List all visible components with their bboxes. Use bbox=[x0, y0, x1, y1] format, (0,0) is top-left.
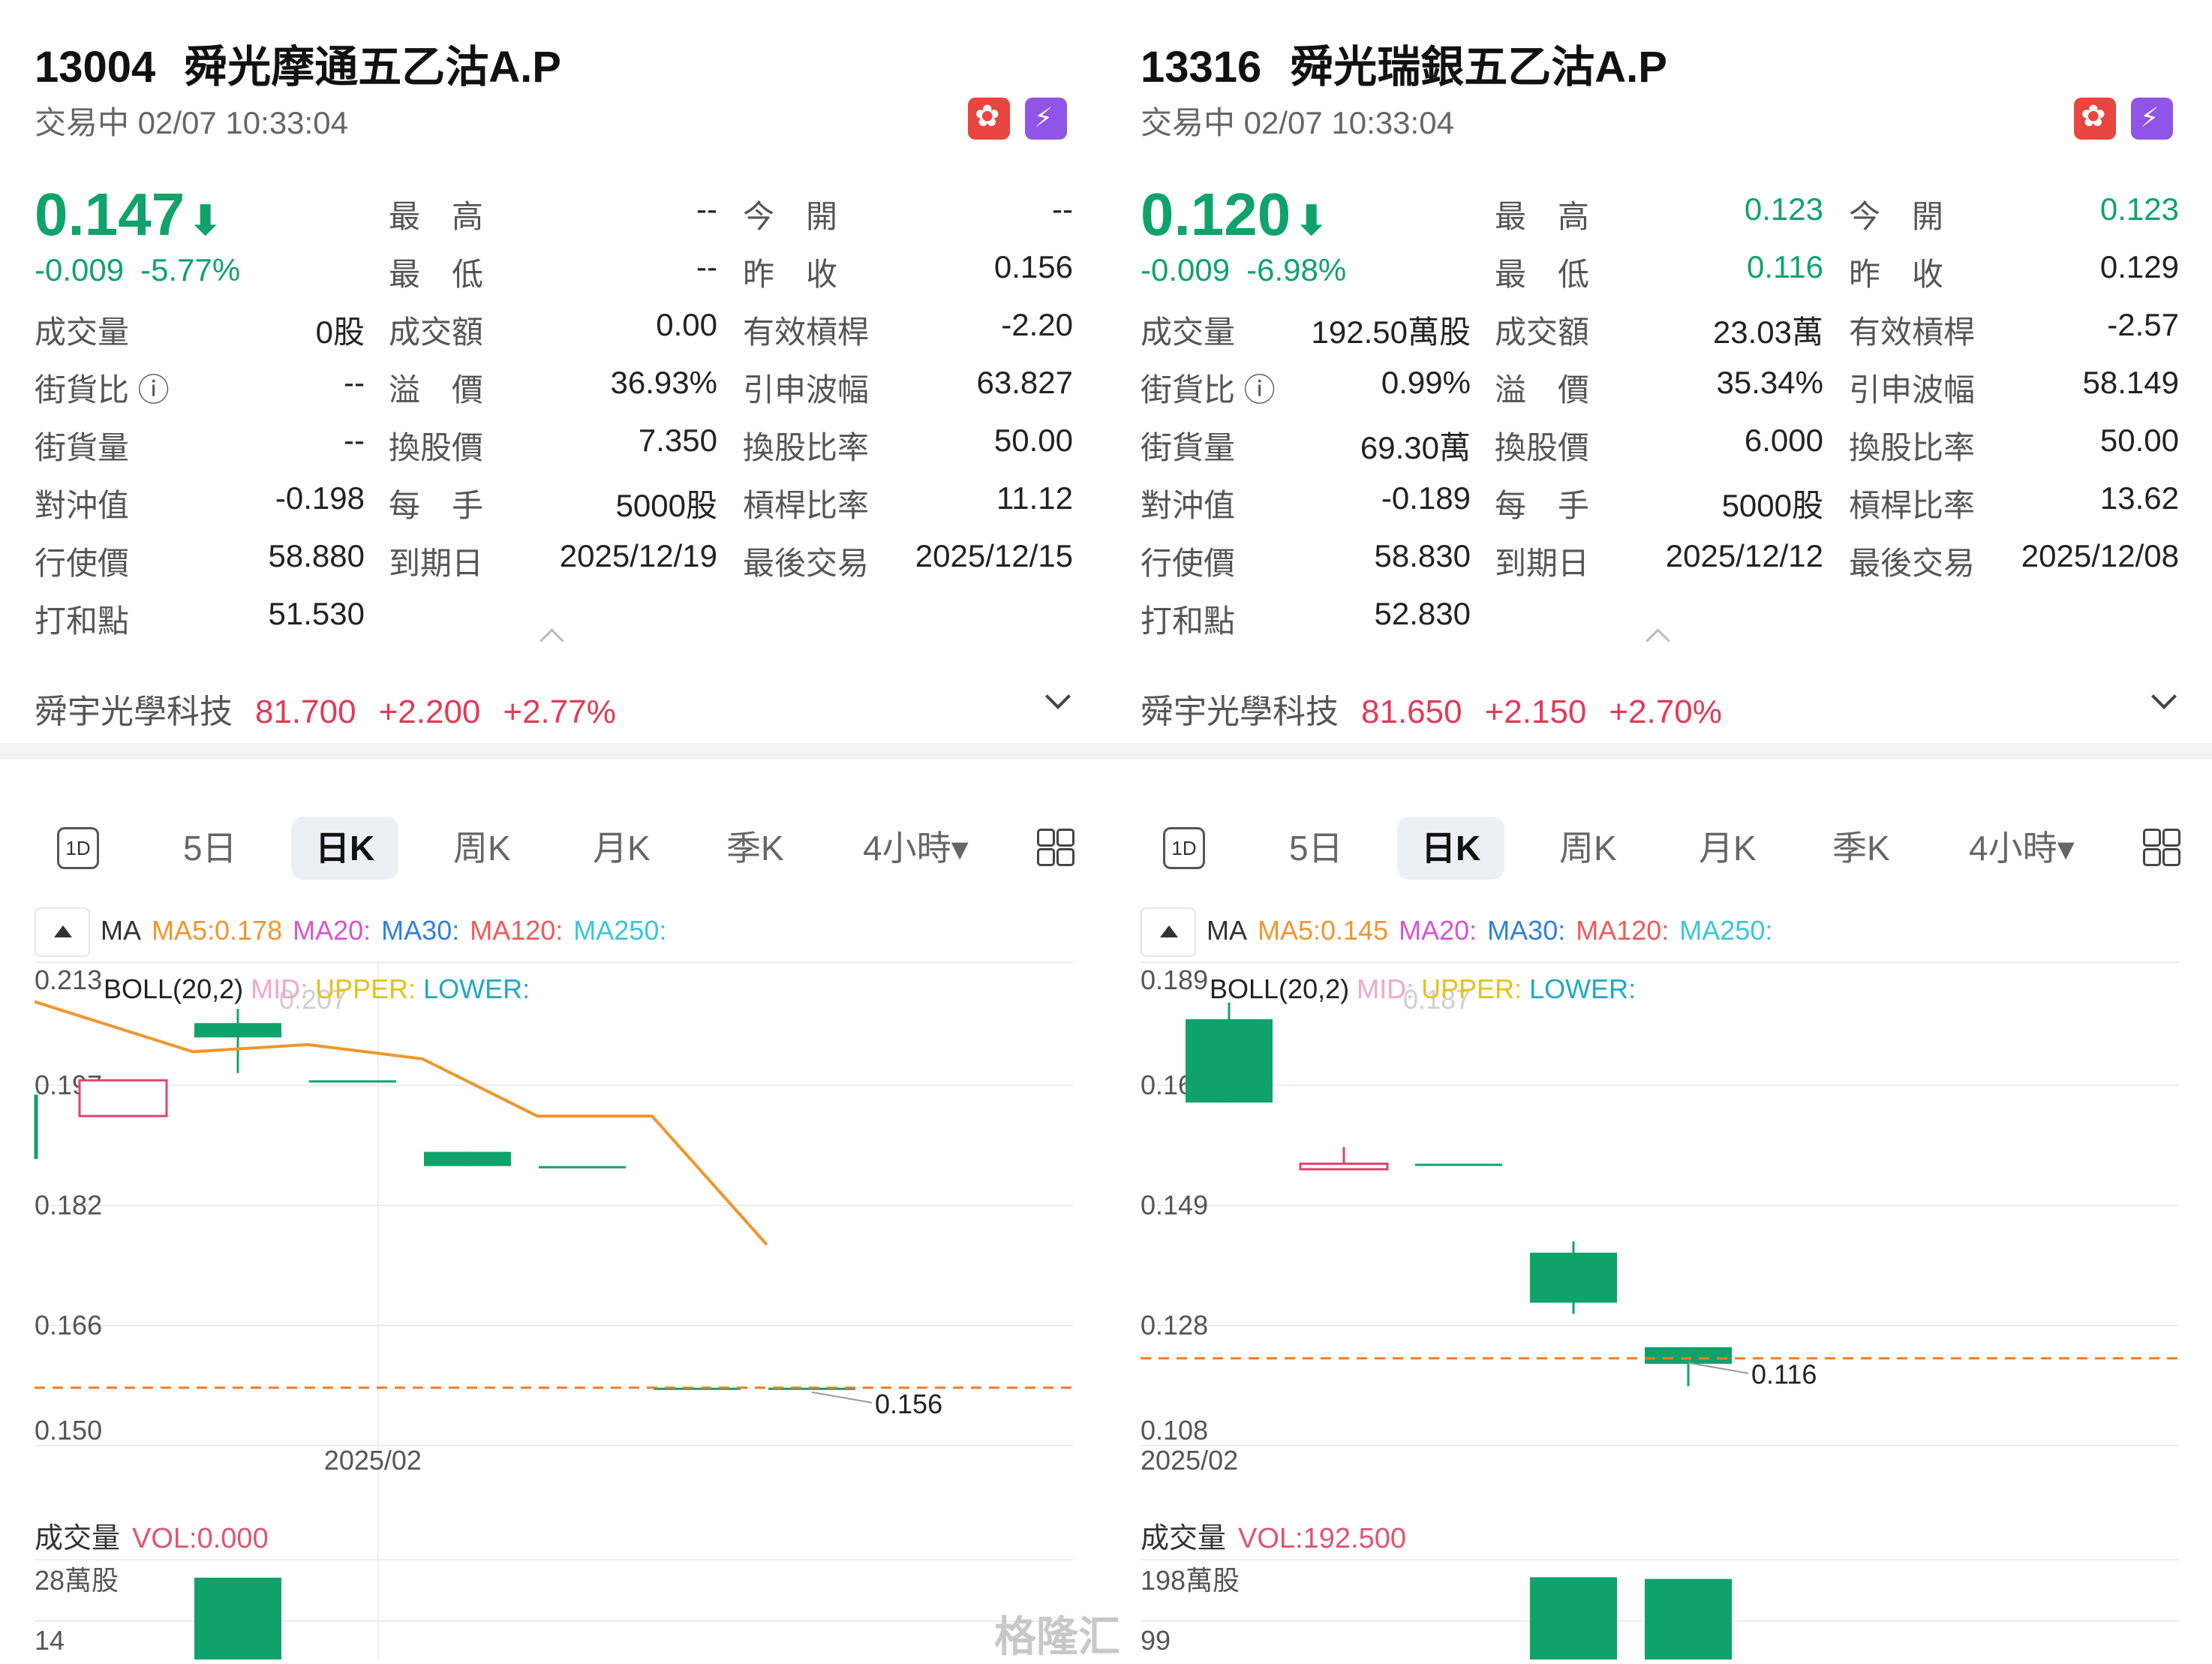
candle bbox=[1530, 1241, 1617, 1314]
last-close-leader bbox=[811, 1391, 873, 1404]
volume-value: VOL:192.500 bbox=[1238, 1523, 1406, 1554]
volume-y-tick: 28萬股 bbox=[35, 1565, 119, 1596]
y-tick-label: 0.166 bbox=[35, 1310, 102, 1341]
candle bbox=[1415, 1163, 1502, 1166]
x-tick-label: 2025/02 bbox=[324, 1445, 422, 1476]
volume-bar bbox=[1530, 1577, 1617, 1659]
y-tick-label: 0.108 bbox=[1141, 1415, 1208, 1446]
volume-y-tick: 198萬股 bbox=[1141, 1565, 1240, 1596]
volume-bar bbox=[1645, 1578, 1732, 1659]
last-close-leader bbox=[1688, 1362, 1749, 1374]
candle bbox=[1299, 1147, 1389, 1171]
warrant-panel-13316: 13316舜光瑞銀五乙沽A.P 交易中 02/07 10:33:04 0.120… bbox=[1106, 0, 2212, 1659]
warrant-panel-13004: 13004舜光摩通五乙沽A.P 交易中 02/07 10:33:04 0.147… bbox=[0, 0, 1106, 1659]
volume-bar bbox=[194, 1578, 281, 1659]
last-close-label: 0.116 bbox=[1751, 1359, 1817, 1390]
y-tick-label: 0.213 bbox=[35, 964, 102, 995]
y-tick-label: 0.150 bbox=[35, 1415, 102, 1446]
candle bbox=[1645, 1347, 1732, 1386]
volume-y-tick: 14 bbox=[35, 1625, 65, 1656]
candlestick-chart: 0.1890.1690.1490.1280.1082025/020.187BOL… bbox=[1141, 961, 2179, 1659]
candle bbox=[194, 1009, 281, 1073]
boll-legend: BOLL(20,2) MID: UPPER: LOWER: bbox=[1210, 973, 1636, 1004]
candle bbox=[78, 1079, 168, 1118]
candle bbox=[309, 1080, 396, 1083]
candle bbox=[1186, 1002, 1273, 1103]
y-tick-label: 0.128 bbox=[1141, 1310, 1208, 1341]
candlestick-chart: 0.2130.1970.1820.1660.1502025/020.207BOL… bbox=[34, 961, 1073, 1659]
volume-title: 成交量 VOL:192.500 bbox=[1141, 1515, 1406, 1556]
volume-y-tick: 99 bbox=[1141, 1625, 1171, 1656]
y-tick-label: 0.189 bbox=[1141, 964, 1208, 995]
candle bbox=[424, 1151, 511, 1166]
volume-value: VOL:0.000 bbox=[132, 1523, 269, 1554]
y-tick-label: 0.149 bbox=[1141, 1190, 1208, 1220]
candle bbox=[539, 1166, 626, 1169]
watermark: 格隆汇 bbox=[994, 1613, 1120, 1660]
last-close-label: 0.156 bbox=[875, 1389, 942, 1419]
section-separator bbox=[0, 743, 2212, 760]
volume-label: 成交量 bbox=[1141, 1523, 1227, 1554]
volume-title: 成交量 VOL:0.000 bbox=[35, 1515, 269, 1556]
y-tick-label: 0.182 bbox=[35, 1190, 102, 1220]
volume-label: 成交量 bbox=[35, 1523, 121, 1554]
x-tick-label: 2025/02 bbox=[1141, 1445, 1238, 1476]
ma5-line bbox=[34, 1000, 768, 1246]
boll-legend: BOLL(20,2) MID: UPPER: LOWER: bbox=[104, 973, 530, 1004]
